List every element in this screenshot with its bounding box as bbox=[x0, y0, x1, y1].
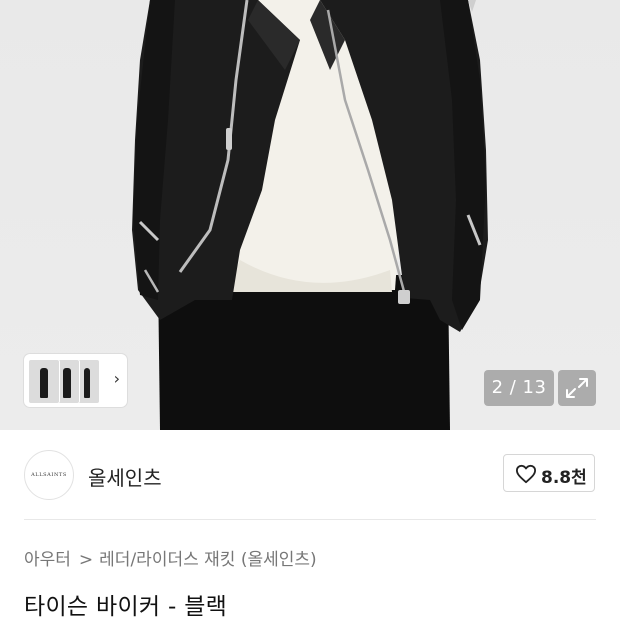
image-counter: 2 / 13 bbox=[484, 370, 554, 406]
divider bbox=[24, 519, 596, 520]
like-count: 8.8천 bbox=[541, 468, 587, 488]
expand-button[interactable] bbox=[558, 370, 596, 406]
product-title: 타이슨 바이커 - 블랙 bbox=[24, 594, 228, 620]
breadcrumb-category[interactable]: 아우터 bbox=[24, 550, 71, 570]
thumbnail-image[interactable] bbox=[28, 359, 60, 404]
thumbnail-strip[interactable]: › bbox=[24, 354, 127, 407]
heart-icon bbox=[516, 464, 536, 484]
brand-name-link[interactable]: 올세인츠 bbox=[88, 462, 162, 491]
expand-icon bbox=[566, 378, 588, 398]
product-image-gallery[interactable]: › 2 / 13 bbox=[0, 0, 620, 430]
breadcrumb-subcategory[interactable]: 레더/라이더스 재킷 (올세인츠) bbox=[99, 550, 316, 570]
like-button[interactable]: 8.8천 bbox=[503, 454, 595, 492]
chevron-right-icon[interactable]: › bbox=[114, 370, 120, 388]
brand-logo[interactable]: ALLSAINTS bbox=[24, 450, 74, 500]
breadcrumb-separator: > bbox=[78, 550, 94, 570]
breadcrumb: 아우터 > 레더/라이더스 재킷 (올세인츠) bbox=[24, 545, 317, 570]
brand-row: ALLSAINTS 올세인츠 8.8천 bbox=[0, 430, 620, 520]
